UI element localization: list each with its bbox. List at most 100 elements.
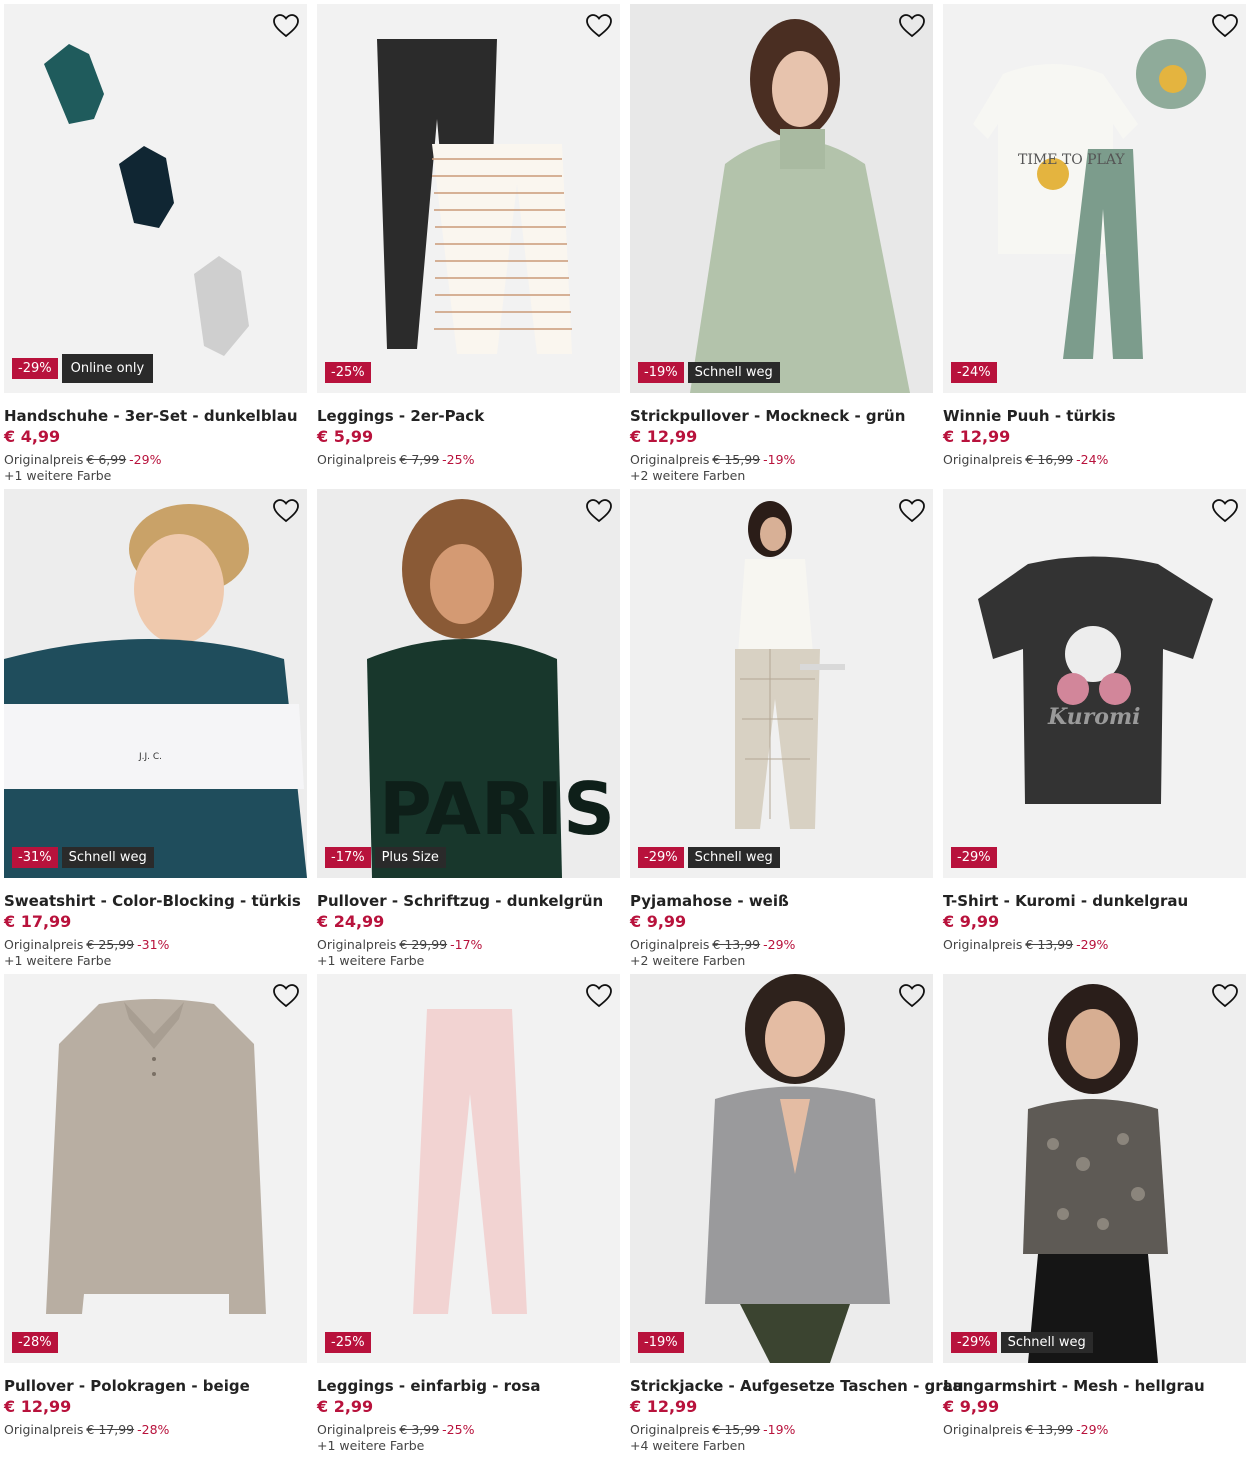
product-card[interactable]: -29% Online only Handschuhe - 3er-Set - …: [4, 4, 307, 489]
original-price-label: Originalpreis: [630, 937, 710, 952]
discount-percent: -29%: [1076, 937, 1109, 952]
product-image[interactable]: -25%: [317, 4, 620, 393]
wishlist-heart-icon[interactable]: [586, 14, 612, 38]
wishlist-heart-icon[interactable]: [1212, 499, 1238, 523]
product-price: € 12,99: [4, 1397, 72, 1416]
badges: -29%: [951, 847, 997, 868]
discount-badge: -29%: [951, 847, 997, 868]
original-price-label: Originalpreis: [4, 452, 84, 467]
tag-badge: Schnell weg: [687, 847, 780, 868]
product-card[interactable]: -25% Leggings - 2er-Pack € 5,99 Original…: [317, 4, 620, 489]
product-title[interactable]: Strickjacke - Aufgesetze Taschen - grau: [630, 1377, 963, 1395]
product-card[interactable]: -25% Leggings - einfarbig - rosa € 2,99 …: [317, 974, 620, 1459]
original-price-label: Originalpreis: [630, 1422, 710, 1437]
original-price: € 29,99: [399, 937, 448, 952]
product-price: € 9,99: [943, 912, 1000, 931]
wishlist-heart-icon[interactable]: [899, 984, 925, 1008]
product-title[interactable]: Strickpullover - Mockneck - grün: [630, 407, 933, 425]
wishlist-heart-icon[interactable]: [899, 499, 925, 523]
product-image[interactable]: -19% Schnell weg: [630, 4, 933, 393]
wishlist-heart-icon[interactable]: [273, 984, 299, 1008]
original-price-line: Originalpreis € 29,99 -17%: [317, 937, 620, 952]
product-card[interactable]: -28% Pullover - Polokragen - beige € 12,…: [4, 974, 307, 1459]
product-card[interactable]: PARIS -17% Plus Size Pullover - Schriftz…: [317, 489, 620, 974]
more-colors[interactable]: +2 weitere Farben: [630, 953, 933, 968]
more-colors[interactable]: +1 weitere Farbe: [317, 953, 620, 968]
product-image[interactable]: TIME TO PLAY -24%: [943, 4, 1246, 393]
more-colors[interactable]: +1 weitere Farbe: [4, 953, 307, 968]
product-title[interactable]: Sweatshirt - Color-Blocking - türkis: [4, 892, 307, 910]
product-image[interactable]: -29% Online only: [4, 4, 307, 393]
product-image[interactable]: J.J. C. -31% Schnell weg: [4, 489, 307, 878]
product-title[interactable]: Pyjamahose - weiß: [630, 892, 933, 910]
wishlist-heart-icon[interactable]: [586, 499, 612, 523]
product-image[interactable]: -25%: [317, 974, 620, 1363]
product-price: € 17,99: [4, 912, 72, 931]
original-price-line: Originalpreis € 6,99 -29%: [4, 452, 307, 467]
more-colors[interactable]: +4 weitere Farben: [630, 1438, 933, 1453]
original-price-line: Originalpreis € 3,99 -25%: [317, 1422, 620, 1437]
product-card[interactable]: J.J. C. -31% Schnell weg Sweatshirt - Co…: [4, 489, 307, 974]
product-card[interactable]: Kuromi -29% T-Shirt - Kuromi - dunkelgra…: [943, 489, 1246, 974]
wishlist-heart-icon[interactable]: [273, 499, 299, 523]
product-image[interactable]: -28%: [4, 974, 307, 1363]
discount-percent: -19%: [763, 452, 796, 467]
product-title[interactable]: Langarmshirt - Mesh - hellgrau: [943, 1377, 1246, 1395]
wishlist-heart-icon[interactable]: [586, 984, 612, 1008]
product-title[interactable]: Pullover - Schriftzug - dunkelgrün: [317, 892, 620, 910]
product-price: € 24,99: [317, 912, 385, 931]
original-price: € 13,99: [712, 937, 761, 952]
tag-badge: Schnell weg: [61, 847, 154, 868]
original-price-line: Originalpreis € 13,99 -29%: [630, 937, 933, 952]
original-price-line: Originalpreis € 16,99 -24%: [943, 452, 1246, 467]
discount-percent: -19%: [763, 1422, 796, 1437]
product-price: € 9,99: [943, 1397, 1000, 1416]
badges: -25%: [325, 362, 371, 383]
winnie-set-image: TIME TO PLAY: [973, 39, 1206, 359]
wishlist-heart-icon[interactable]: [1212, 984, 1238, 1008]
product-price: € 4,99: [4, 427, 61, 446]
wishlist-heart-icon[interactable]: [273, 14, 299, 38]
sweater-model-image: [630, 4, 933, 393]
product-image[interactable]: Kuromi -29%: [943, 489, 1246, 878]
original-price-line: Originalpreis € 15,99 -19%: [630, 452, 933, 467]
product-title[interactable]: Winnie Puuh - türkis: [943, 407, 1246, 425]
product-title[interactable]: Leggings - einfarbig - rosa: [317, 1377, 620, 1395]
mesh-model-image: [943, 974, 1246, 1363]
product-price: € 5,99: [317, 427, 374, 446]
product-image[interactable]: -29% Schnell weg: [943, 974, 1246, 1363]
discount-percent: -25%: [442, 452, 475, 467]
wishlist-heart-icon[interactable]: [899, 14, 925, 38]
product-title[interactable]: Leggings - 2er-Pack: [317, 407, 620, 425]
product-price: € 12,99: [943, 427, 1011, 446]
original-price-line: Originalpreis € 25,99 -31%: [4, 937, 307, 952]
tag-badge: Plus Size: [374, 847, 446, 868]
pyjama-model-image: [630, 489, 933, 878]
product-price: € 12,99: [630, 427, 698, 446]
discount-badge: -29%: [638, 847, 684, 868]
product-image[interactable]: -19%: [630, 974, 933, 1363]
product-card[interactable]: -29% Schnell weg Langarmshirt - Mesh - h…: [943, 974, 1246, 1459]
product-card[interactable]: -29% Schnell weg Pyjamahose - weiß € 9,9…: [630, 489, 933, 974]
product-card[interactable]: TIME TO PLAY -24% Winnie Puuh - türkis €…: [943, 4, 1246, 489]
original-price-label: Originalpreis: [317, 937, 397, 952]
hoodie-model-image: J.J. C.: [4, 489, 307, 878]
product-image[interactable]: -29% Schnell weg: [630, 489, 933, 878]
more-colors[interactable]: +1 weitere Farbe: [4, 468, 307, 483]
discount-percent: -29%: [763, 937, 796, 952]
product-card[interactable]: -19% Strickjacke - Aufgesetze Taschen - …: [630, 974, 963, 1459]
original-price-label: Originalpreis: [4, 937, 84, 952]
product-title[interactable]: T-Shirt - Kuromi - dunkelgrau: [943, 892, 1246, 910]
gloves-image: [44, 44, 249, 356]
kuromi-print-text: Kuromi: [1047, 704, 1141, 730]
product-image[interactable]: PARIS -17% Plus Size: [317, 489, 620, 878]
more-colors[interactable]: +2 weitere Farben: [630, 468, 933, 483]
product-title[interactable]: Pullover - Polokragen - beige: [4, 1377, 307, 1395]
original-price: € 13,99: [1025, 937, 1074, 952]
more-colors[interactable]: +1 weitere Farbe: [317, 1438, 620, 1453]
original-price: € 16,99: [1025, 452, 1074, 467]
wishlist-heart-icon[interactable]: [1212, 14, 1238, 38]
product-title[interactable]: Handschuhe - 3er-Set - dunkelblau: [4, 407, 307, 425]
product-card[interactable]: -19% Schnell weg Strickpullover - Mockne…: [630, 4, 933, 489]
paris-model-image: PARIS: [317, 489, 620, 878]
